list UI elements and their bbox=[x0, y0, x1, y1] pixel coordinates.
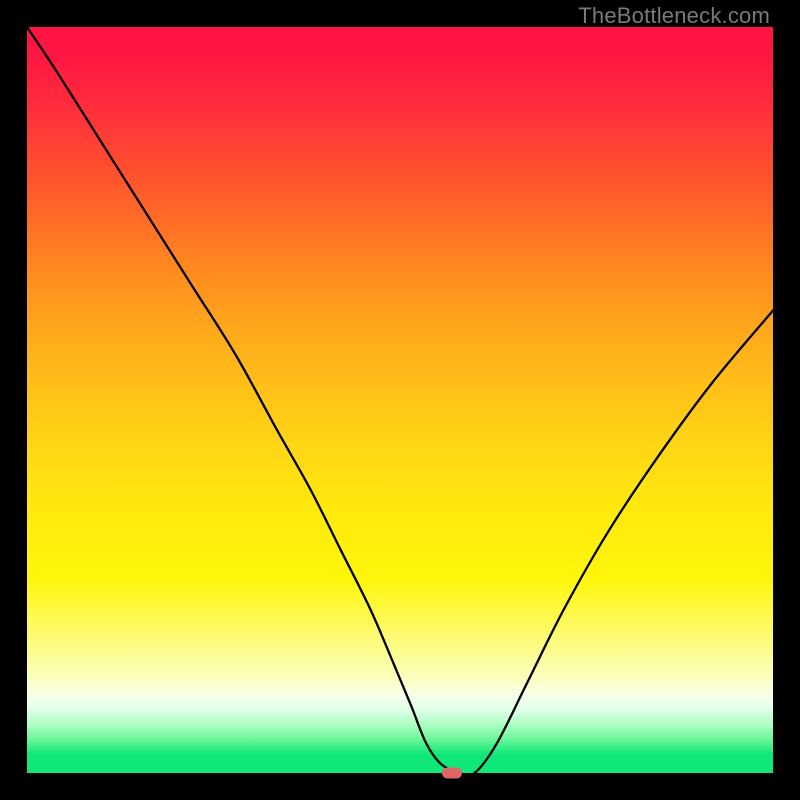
plot-area bbox=[27, 27, 773, 773]
watermark-text: TheBottleneck.com bbox=[578, 3, 770, 29]
chart-frame: TheBottleneck.com bbox=[0, 0, 800, 800]
bottleneck-curve bbox=[27, 27, 773, 773]
optimal-point-marker bbox=[442, 768, 462, 779]
